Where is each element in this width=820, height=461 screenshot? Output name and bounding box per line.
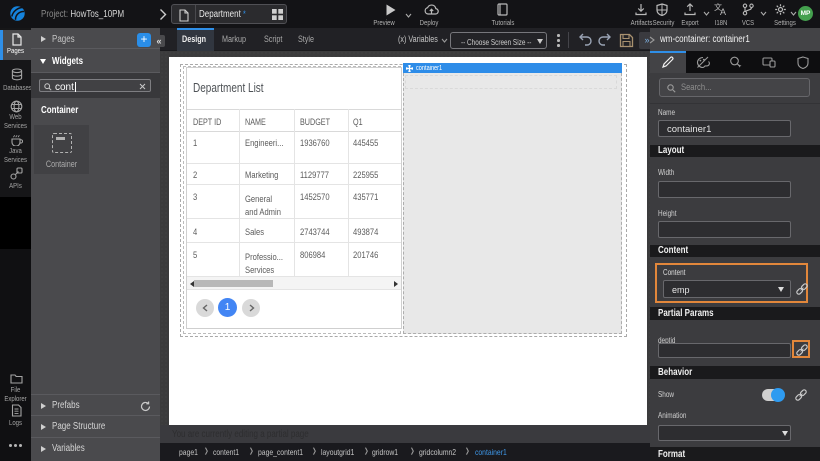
svg-text:A: A	[720, 7, 726, 16]
